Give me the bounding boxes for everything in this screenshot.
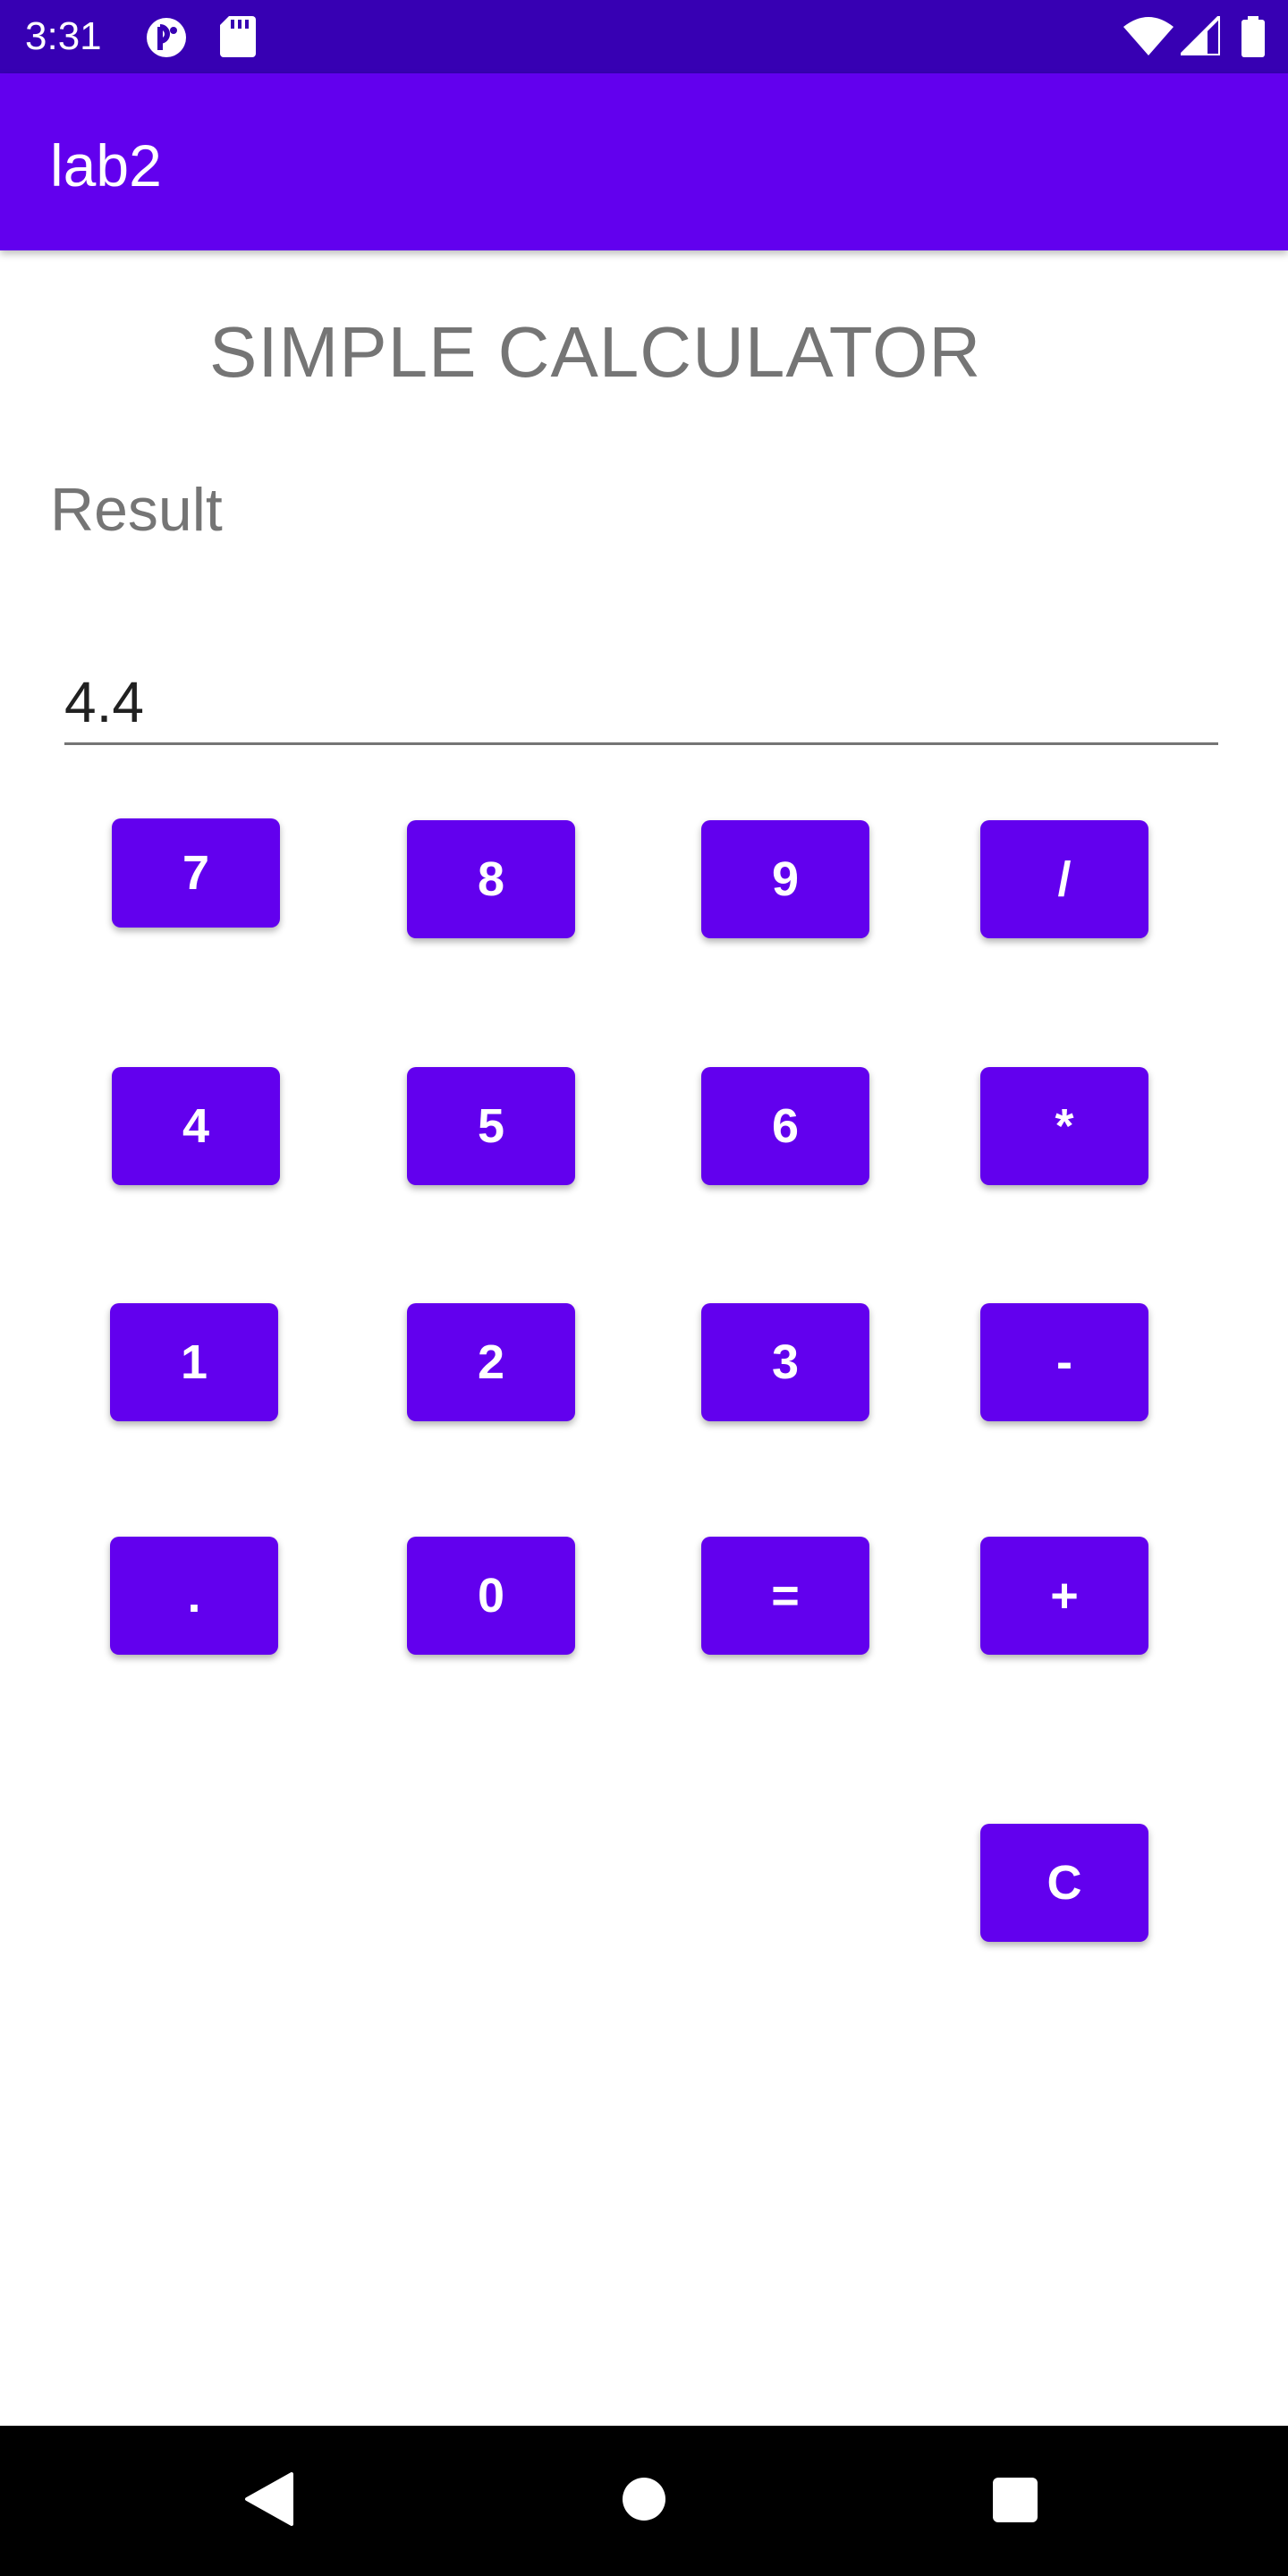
digit-3-button[interactable]: 3	[701, 1303, 869, 1421]
navigation-bar	[0, 2426, 1288, 2576]
back-icon[interactable]	[243, 2472, 293, 2526]
status-time: 3:31	[25, 14, 102, 58]
clear-button[interactable]: C	[980, 1824, 1148, 1942]
digit-7-button[interactable]: 7	[112, 818, 280, 928]
battery-icon	[1241, 16, 1265, 57]
digit-4-button[interactable]: 4	[112, 1067, 280, 1185]
digit-5-button[interactable]: 5	[407, 1067, 575, 1185]
status-bar: 3:31	[0, 0, 1288, 73]
divide-button[interactable]: /	[980, 820, 1148, 938]
sd-card-icon	[220, 16, 256, 57]
home-icon[interactable]	[621, 2476, 667, 2522]
app-title: lab2	[50, 132, 162, 199]
notification-app-icon	[147, 18, 186, 57]
digit-1-button[interactable]: 1	[110, 1303, 278, 1421]
digit-6-button[interactable]: 6	[701, 1067, 869, 1185]
page-title: SIMPLE CALCULATOR	[209, 312, 982, 392]
digit-8-button[interactable]: 8	[407, 820, 575, 938]
result-label: Result	[50, 476, 223, 544]
app-bar: lab2	[0, 73, 1288, 250]
decimal-button[interactable]: .	[110, 1537, 278, 1655]
result-field[interactable]	[64, 662, 1218, 745]
cell-signal-icon	[1181, 16, 1220, 55]
digit-0-button[interactable]: 0	[407, 1537, 575, 1655]
recents-icon[interactable]	[991, 2476, 1039, 2524]
digit-2-button[interactable]: 2	[407, 1303, 575, 1421]
equals-button[interactable]: =	[701, 1537, 869, 1655]
subtract-button[interactable]: -	[980, 1303, 1148, 1421]
wifi-icon	[1123, 17, 1174, 55]
digit-9-button[interactable]: 9	[701, 820, 869, 938]
add-button[interactable]: +	[980, 1537, 1148, 1655]
multiply-button[interactable]: *	[980, 1067, 1148, 1185]
